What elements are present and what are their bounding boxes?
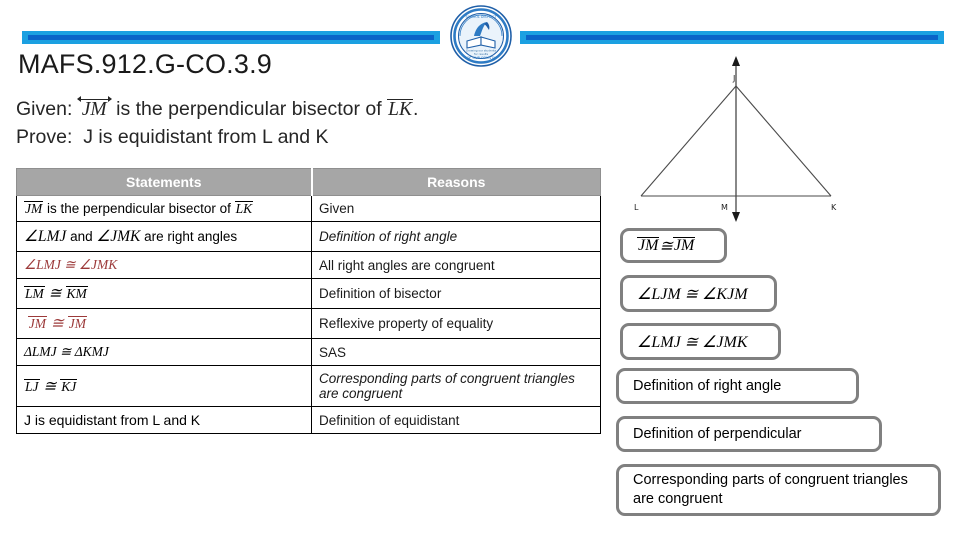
- reason-cell: Given: [311, 194, 601, 223]
- congruent-symbol: ≅: [47, 315, 68, 333]
- statement-cell: LJ ≅ KJ: [16, 365, 312, 408]
- segment-jm-2: JM: [672, 236, 696, 254]
- statement-tail: are right angles: [140, 229, 238, 245]
- statement-cell: ∠LMJ ≅ ∠JMK: [16, 251, 312, 280]
- table-row: ΔLMJ ≅ ΔKMJ SAS: [16, 338, 601, 367]
- congruent-symbol: ≅: [39, 377, 61, 395]
- answer-box-definition-of-right-angle[interactable]: Definition of right angle: [616, 368, 859, 404]
- statement-cell: ∠LMJ and ∠JMK are right angles: [16, 221, 312, 253]
- segment-jm: JM: [27, 316, 48, 332]
- vertex-label-J: J: [732, 74, 735, 83]
- angle-jmk: ∠JMK: [96, 228, 141, 246]
- reason-cell: All right angles are congruent: [311, 251, 601, 280]
- vertex-label-K: K: [831, 203, 837, 212]
- congruent-symbol: ≅: [44, 285, 66, 303]
- reason-cell: Reflexive property of equality: [311, 308, 601, 340]
- svg-text:for results: for results: [474, 52, 489, 56]
- table-row: LJ ≅ KJ Corresponding parts of congruent…: [16, 365, 601, 408]
- given-line: Given: JM is the perpendicular bisector …: [16, 95, 616, 124]
- statement-cell: J is equidistant from L and K: [16, 406, 312, 435]
- given-label: Given:: [16, 98, 73, 120]
- statement-cell: LM ≅ KM: [16, 278, 312, 310]
- table-row: J is equidistant from L and K Definition…: [16, 406, 601, 435]
- segment-jm: JM: [637, 236, 660, 254]
- reason-cell: Definition of equidistant: [311, 406, 601, 435]
- segment-kj: KJ: [60, 378, 78, 394]
- answer-box-segment-jm-congruent-jm[interactable]: JM ≅ JM: [620, 228, 727, 263]
- answer-box-label: ∠LJM ≅ ∠KJM: [637, 285, 748, 303]
- answer-box-cpctc[interactable]: Corresponding parts of congruent triangl…: [616, 464, 941, 516]
- answer-box-angle-lmj-congruent-jmk[interactable]: ∠LMJ ≅ ∠JMK: [620, 323, 781, 360]
- answer-box-label: Definition of perpendicular: [633, 425, 802, 442]
- answer-box-label: Definition of right angle: [633, 377, 782, 394]
- statement-text: is the perpendicular bisector of: [43, 201, 235, 216]
- prove-text: J is equidistant from L and K: [83, 125, 329, 148]
- table-row: ∠LMJ ≅ ∠JMK All right angles are congrue…: [16, 251, 601, 280]
- table-row: JM ≅ JM Reflexive property of equality: [16, 308, 601, 340]
- column-header-reasons: Reasons: [310, 168, 601, 196]
- svg-text:OF OUR COUNTY: OF OUR COUNTY: [467, 56, 496, 60]
- reason-cell: Definition of right angle: [311, 221, 601, 253]
- angle-lmj: ∠LMJ: [24, 228, 67, 246]
- segment-lk: LK: [234, 201, 254, 216]
- column-header-statements: Statements: [16, 168, 312, 196]
- statement-conjunction: and: [66, 229, 97, 245]
- given-middle-text: is the perpendicular bisector of: [110, 98, 388, 120]
- triangle-diagram: J L M K: [626, 48, 946, 228]
- reason-cell: SAS: [311, 338, 601, 367]
- segment-lm: LM: [24, 286, 45, 302]
- statement-cell: JM is the perpendicular bisector of LK: [16, 194, 312, 223]
- congruent-symbol: ≅: [659, 237, 673, 255]
- svg-text:SCHOOL DISTRICT: SCHOOL DISTRICT: [465, 15, 497, 19]
- prove-line: Prove: J is equidistant from L and K: [16, 124, 616, 152]
- given-suffix: .: [412, 98, 419, 120]
- answer-box-label: Corresponding parts of congruent triangl…: [633, 472, 908, 507]
- school-district-seal-icon: SCHOOL DISTRICT OF OUR COUNTY Growing ou…: [450, 5, 512, 67]
- vertex-label-M: M: [721, 203, 728, 212]
- statement-cell: ΔLMJ ≅ ΔKMJ: [16, 338, 312, 367]
- answer-box-angle-ljm-congruent-kjm[interactable]: ∠LJM ≅ ∠KJM: [620, 275, 777, 312]
- table-row: JM is the perpendicular bisector of LK G…: [16, 194, 601, 223]
- table-row: ∠LMJ and ∠JMK are right angles Definitio…: [16, 221, 601, 253]
- statement-cell: JM ≅ JM: [16, 308, 312, 340]
- table-header-row: Statements Reasons: [16, 168, 601, 196]
- reason-cell: Definition of bisector: [311, 278, 601, 310]
- prove-label: Prove:: [16, 125, 73, 148]
- vertex-label-L: L: [634, 203, 639, 212]
- answer-box-definition-of-perpendicular[interactable]: Definition of perpendicular: [616, 416, 882, 452]
- page-title: MAFS.912.G-CO.3.9: [18, 49, 272, 79]
- proof-table: Statements Reasons JM is the perpendicul…: [16, 168, 601, 435]
- given-line-jm: JM: [76, 95, 112, 120]
- segment-jm-2: JM: [67, 316, 88, 332]
- reason-cell: Corresponding parts of congruent triangl…: [311, 365, 601, 408]
- segment-km: KM: [65, 286, 88, 302]
- given-prove-block: Given: JM is the perpendicular bisector …: [16, 95, 616, 152]
- answer-box-label: ∠LMJ ≅ ∠JMK: [637, 333, 748, 351]
- header-bar-right: [520, 31, 944, 44]
- header-bar-left: [22, 31, 440, 44]
- header-bar-left-inner: [28, 35, 434, 40]
- table-row: LM ≅ KM Definition of bisector: [16, 278, 601, 310]
- header-bar-right-inner: [526, 35, 938, 40]
- segment-jm: JM: [24, 201, 44, 216]
- given-segment-lk: LK: [387, 99, 413, 120]
- segment-lj: LJ: [24, 378, 40, 394]
